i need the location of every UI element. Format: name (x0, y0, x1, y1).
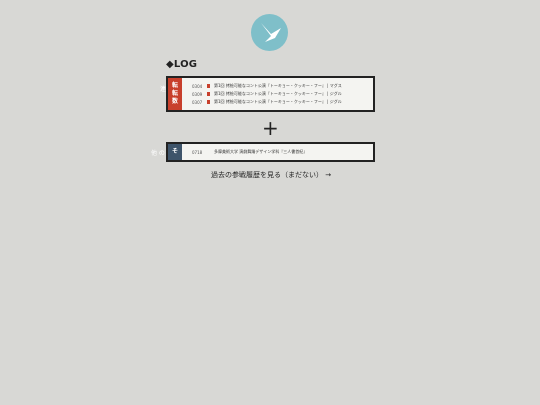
log-date: 0718 (192, 149, 203, 155)
log-entry-link[interactable]: 多摩美術大学 演劇舞踊デザイン学科『三人書首紀』 (214, 149, 307, 155)
site-logo[interactable] (251, 14, 288, 51)
featured-log-box: 転 転 数 0304 第1回 拷絵可能なコント公演『トーキョー・クッキー・フー』… (166, 76, 375, 112)
other-side-label: そ (168, 144, 182, 160)
other-log-box: そ 0718 多摩美術大学 演劇舞踊デザイン学科『三人書首紀』 (166, 142, 375, 162)
log-date: 0304 (192, 83, 203, 89)
category-tag (207, 100, 210, 104)
featured-label-char: 転 (171, 82, 178, 89)
category-tag (207, 92, 210, 96)
log-title: ◆LOG (166, 59, 198, 70)
log-entry-link[interactable]: 第1回 拷絵可能なコント公演『トーキョー・クッキー・フー』 | ジグル (214, 91, 342, 97)
bird-icon (261, 23, 281, 42)
other-label-char: そ (171, 148, 178, 155)
log-row[interactable]: 0304 第1回 拷絵可能なコント公演『トーキョー・クッキー・フー』 | マグス (192, 82, 371, 90)
other-outer-label: 他 の (151, 150, 165, 157)
featured-log-list: 0304 第1回 拷絵可能なコント公演『トーキョー・クッキー・フー』 | マグス… (192, 82, 371, 106)
category-tag (207, 84, 210, 88)
past-history-link[interactable]: 過去の参戦履歴を見る（まだない） → (211, 170, 331, 180)
featured-side-label: 転 転 数 (168, 78, 182, 110)
log-entry-link[interactable]: 第1回 拷絵可能なコント公演『トーキョー・クッキー・フー』 | マグス (214, 83, 342, 89)
log-row[interactable]: 0307 第1回 拷絵可能なコント公演『トーキョー・クッキー・フー』 | ジグル (192, 98, 371, 106)
log-row[interactable]: 0309 第1回 拷絵可能なコント公演『トーキョー・クッキー・フー』 | ジグル (192, 90, 371, 98)
log-date: 0307 (192, 99, 203, 105)
log-row[interactable]: 0718 多摩美術大学 演劇舞踊デザイン学科『三人書首紀』 (192, 148, 371, 156)
featured-label-char: 数 (171, 98, 178, 105)
log-date: 0309 (192, 91, 203, 97)
featured-label-char: 転 (171, 90, 178, 97)
log-entry-link[interactable]: 第1回 拷絵可能なコント公演『トーキョー・クッキー・フー』 | ジグル (214, 99, 342, 105)
other-log-list: 0718 多摩美術大学 演劇舞踊デザイン学科『三人書首紀』 (192, 148, 371, 156)
plus-separator: + (262, 116, 279, 140)
